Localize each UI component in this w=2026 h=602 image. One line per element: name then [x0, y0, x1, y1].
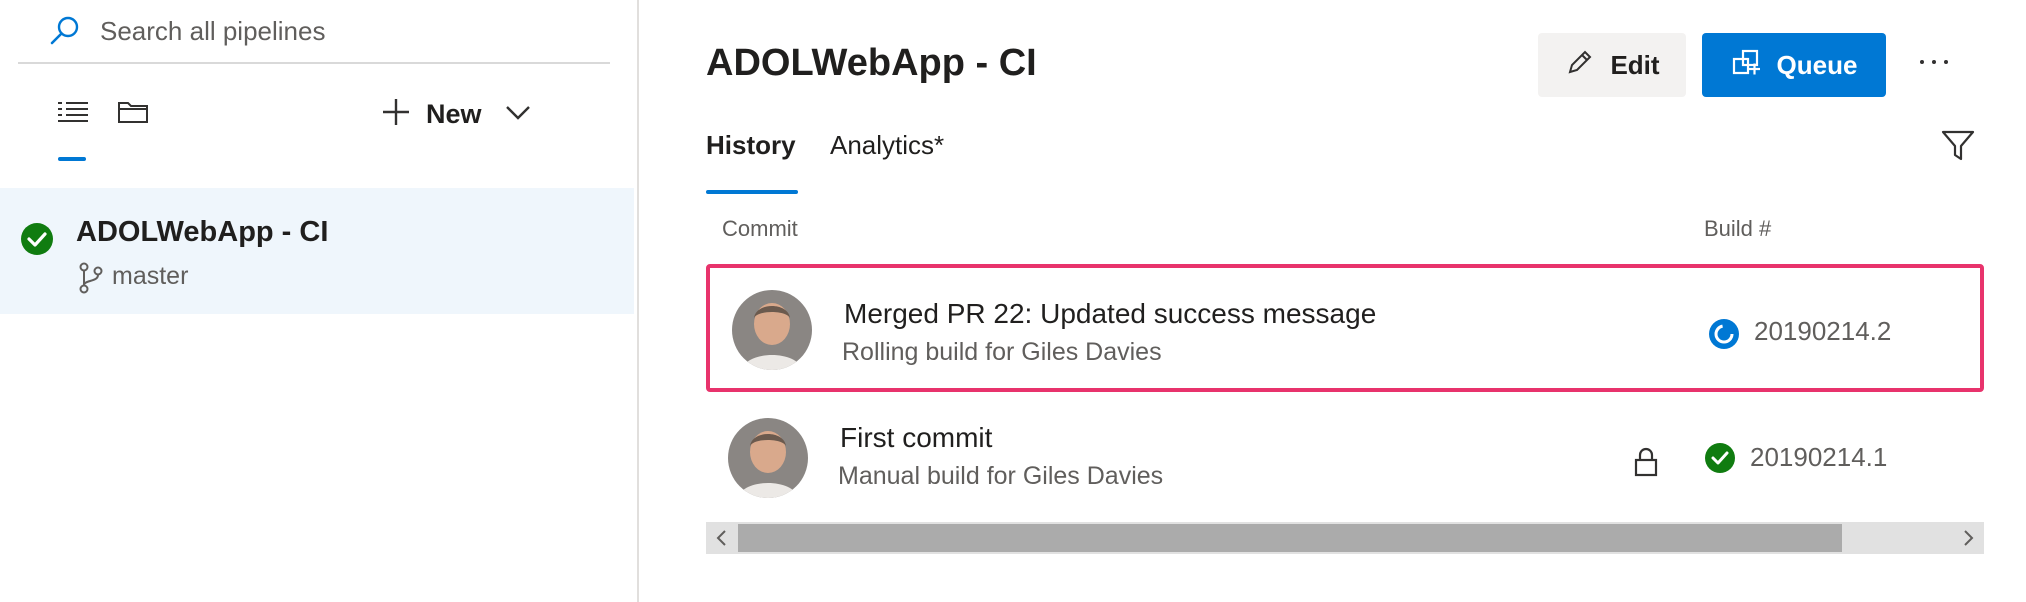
queue-icon — [1731, 47, 1763, 84]
search-icon — [48, 14, 82, 53]
build-row[interactable]: Merged PR 22: Updated success message Ro… — [706, 264, 1984, 392]
build-subtitle: Rolling build for Giles Davies — [842, 338, 1162, 366]
view-tab-indicator — [58, 157, 86, 161]
queue-button[interactable]: Queue — [1702, 33, 1886, 97]
queue-label: Queue — [1776, 49, 1858, 80]
branch-icon — [78, 262, 104, 299]
lock-icon — [1632, 446, 1660, 478]
tab-analytics[interactable]: Analytics* — [830, 130, 944, 161]
column-header-commit: Commit — [722, 216, 798, 241]
build-number[interactable]: 20190214.1 — [1750, 442, 1887, 473]
edit-button[interactable]: Edit — [1538, 33, 1686, 97]
pencil-icon — [1564, 48, 1594, 83]
scroll-right-icon[interactable] — [1954, 522, 1984, 554]
horizontal-scrollbar[interactable] — [706, 522, 1984, 554]
in-progress-icon — [1708, 318, 1740, 350]
build-number[interactable]: 20190214.2 — [1754, 316, 1891, 347]
pipeline-branch: master — [112, 262, 189, 290]
build-subtitle: Manual build for Giles Davies — [838, 462, 1164, 490]
filter-icon[interactable] — [1940, 128, 1980, 168]
avatar — [728, 418, 808, 498]
edit-label: Edit — [1610, 49, 1660, 80]
new-label: New — [426, 98, 482, 129]
search-input[interactable]: Search all pipelines — [100, 16, 325, 47]
search-box[interactable]: Search all pipelines — [18, 0, 610, 64]
success-icon — [20, 222, 54, 261]
plus-icon — [380, 96, 412, 133]
pipeline-item[interactable]: ADOLWebApp - CI master — [0, 188, 634, 314]
column-header-build: Build # — [1704, 216, 1772, 241]
active-tab-indicator — [706, 190, 798, 194]
avatar — [732, 290, 812, 370]
list-view-icon[interactable] — [56, 98, 90, 131]
tab-history[interactable]: History — [706, 130, 796, 161]
build-row[interactable]: First commit Manual build for Giles Davi… — [706, 392, 1984, 520]
folder-icon[interactable] — [116, 96, 150, 131]
success-icon — [1704, 442, 1736, 474]
page-title: ADOLWebApp - CI — [706, 42, 1037, 84]
build-title: Merged PR 22: Updated success message — [844, 298, 1377, 329]
chevron-down-icon[interactable] — [504, 102, 532, 127]
pipeline-name: ADOLWebApp - CI — [76, 216, 329, 248]
scroll-left-icon[interactable] — [706, 522, 736, 554]
new-button[interactable]: New — [380, 92, 532, 136]
pipelines-pane: Search all pipelines New ADOLWebApp - CI… — [0, 0, 639, 602]
more-icon[interactable] — [1912, 40, 1956, 84]
scrollbar-thumb[interactable] — [738, 524, 1842, 552]
build-title: First commit — [840, 422, 993, 453]
